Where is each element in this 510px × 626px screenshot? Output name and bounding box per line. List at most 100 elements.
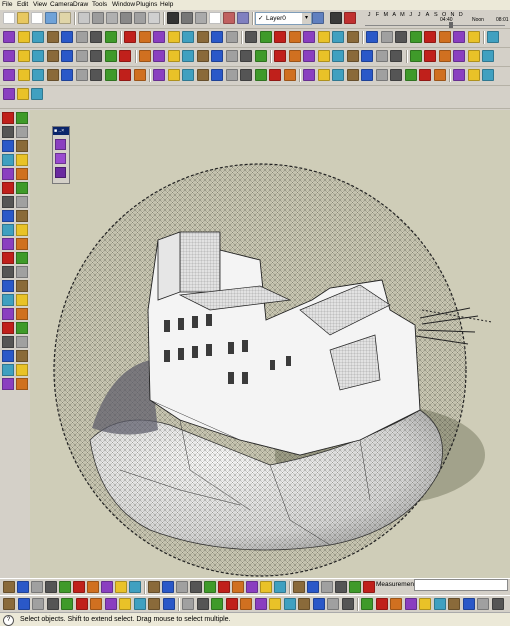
loop-icon[interactable] [361,50,373,62]
subtract-icon[interactable] [246,581,258,593]
move-icon[interactable] [317,31,330,43]
arc-icon[interactable] [346,50,359,62]
lathe-icon[interactable] [2,126,14,138]
bezier-icon[interactable] [3,50,15,62]
filter-icon[interactable] [190,581,202,593]
fillet-icon[interactable] [2,378,14,390]
shape-bender-icon[interactable] [16,112,28,124]
export-icon[interactable] [196,598,209,610]
protractor-icon[interactable] [453,69,465,81]
top-view-icon[interactable] [92,12,104,24]
move-icon[interactable] [138,31,151,43]
match-photo-icon[interactable] [307,581,319,593]
arc-tool-icon[interactable] [17,31,30,43]
chamfer-icon[interactable] [16,378,28,390]
import-icon[interactable] [211,598,223,610]
polygon-icon[interactable] [259,31,272,43]
walk-icon[interactable] [167,69,180,81]
extrude-icon[interactable] [2,112,14,124]
menu-file[interactable]: File [2,1,12,9]
tube-icon[interactable] [16,252,28,264]
eraser-icon[interactable] [274,31,286,43]
plugin-icon[interactable] [312,598,325,610]
freehand-icon[interactable] [395,31,407,43]
arc-tool-icon[interactable] [380,31,393,43]
loft-icon[interactable] [16,126,28,138]
scene-icon[interactable] [321,581,333,593]
shape-bender-icon[interactable] [16,224,28,236]
scale-icon[interactable] [2,294,14,306]
orbit-icon[interactable] [17,69,30,81]
style-icon[interactable] [419,598,431,610]
home-icon[interactable] [31,12,43,24]
explode-icon[interactable] [55,167,66,178]
weld-icon[interactable] [409,50,422,62]
zoom-extents-icon[interactable] [61,69,73,81]
match-photo-icon[interactable] [162,581,174,593]
intersect-icon[interactable] [218,581,230,593]
shadow-settings-icon[interactable] [344,12,356,24]
menu-view[interactable]: View [33,1,47,9]
line-tool-icon[interactable] [366,31,378,43]
filter-icon[interactable] [335,581,347,593]
grid-icon[interactable] [2,196,14,208]
rectangle-icon[interactable] [46,31,59,43]
render-icon[interactable] [32,598,44,610]
eraser-icon[interactable] [453,31,465,43]
menu-plugins[interactable]: Plugins [136,1,157,9]
chamfer-icon[interactable] [16,154,28,166]
help-icon[interactable]: ? [3,615,14,626]
monochrome-icon[interactable] [237,12,249,24]
camera-icon[interactable] [148,581,160,593]
render-icon[interactable] [327,598,339,610]
import-icon[interactable] [361,598,373,610]
rotate-icon[interactable] [332,31,344,43]
split-icon[interactable] [129,581,141,593]
left-view-icon[interactable] [148,12,160,24]
push-pull-icon[interactable] [303,31,315,43]
curve-icon[interactable] [482,50,494,62]
export-icon[interactable] [341,598,354,610]
rectangle-icon[interactable] [409,31,422,43]
rotate-icon[interactable] [153,31,165,43]
extrude-icon[interactable] [2,336,14,348]
dimension-icon[interactable] [119,69,131,81]
paint-bucket-icon[interactable] [467,31,480,43]
chevron-down-icon[interactable]: ▾ [302,13,311,24]
flatten-icon[interactable] [16,294,28,306]
xray-icon[interactable] [167,12,179,24]
light-icon[interactable] [240,598,252,610]
layer-dropdown[interactable]: ✓ Layer0 ▾ [255,12,312,25]
camera-icon[interactable] [293,581,305,593]
axes-icon[interactable] [467,69,480,81]
offset-icon[interactable] [90,50,102,62]
save-icon[interactable] [45,12,57,24]
curve-icon[interactable] [332,50,344,62]
loop-icon[interactable] [61,50,73,62]
weld-icon[interactable] [104,50,117,62]
tape-measure-icon[interactable] [75,69,88,81]
back-view-icon[interactable] [134,12,146,24]
offset-icon[interactable] [240,50,252,62]
freehand-icon[interactable] [32,31,44,43]
arc-icon[interactable] [46,50,59,62]
shaded-icon[interactable] [209,12,221,24]
orbit-icon[interactable] [196,69,209,81]
shape-bender-icon[interactable] [16,336,28,348]
smooth-icon[interactable] [138,50,151,62]
eraser-icon[interactable] [90,31,102,43]
filter-icon[interactable] [45,581,57,593]
menu-edit[interactable]: Edit [17,1,28,9]
iso-view-icon[interactable] [78,12,90,24]
outliner-icon[interactable] [283,598,296,610]
loop-icon[interactable] [211,50,223,62]
component-icon[interactable] [55,139,66,150]
select-icon[interactable] [3,69,15,81]
mirror-icon[interactable] [16,168,28,180]
trim-icon[interactable] [260,581,272,593]
group-icon[interactable] [55,153,66,164]
union-icon[interactable] [87,581,99,593]
bezier-icon[interactable] [303,50,315,62]
3d-viewport[interactable] [30,110,510,578]
circle-icon[interactable] [424,31,436,43]
